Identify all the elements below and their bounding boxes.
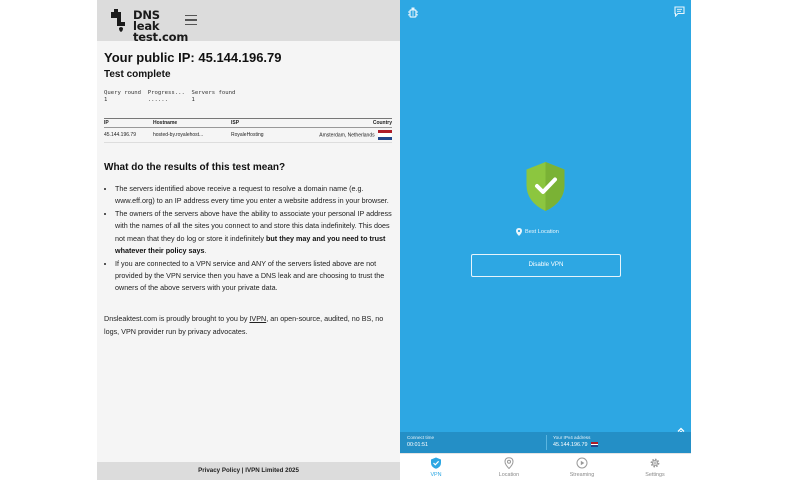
tab-location[interactable]: Location: [473, 454, 545, 480]
location-pin-icon: [516, 228, 522, 236]
gear-icon: [650, 458, 660, 468]
explanation-heading: What do the results of this test mean?: [104, 162, 286, 173]
screen: DNS leak test.com Your public IP: 45.144…: [0, 0, 800, 480]
netherlands-flag-icon: [591, 442, 599, 448]
progress-table: Query round Progress... Servers found 1 .…: [104, 90, 394, 104]
progress-header: Query round Progress... Servers found: [104, 90, 236, 96]
ipv4-label: Your IPv4 address: [553, 435, 591, 440]
list-item: The owners of the servers above have the…: [115, 208, 394, 257]
connect-time-value: 00:01:51: [407, 442, 428, 448]
tab-vpn[interactable]: VPN: [400, 454, 472, 480]
tab-settings[interactable]: Settings: [619, 454, 691, 480]
faucet-icon: [111, 9, 125, 32]
ipv4-value: 45.144.196.79: [553, 442, 588, 448]
connected-shield-icon: [526, 162, 565, 211]
connect-time-label: Connect time: [407, 435, 435, 440]
netherlands-flag-icon: [378, 130, 392, 140]
disable-vpn-button[interactable]: Disable VPN: [471, 254, 621, 277]
cell-ip: 45.144.196.79: [104, 127, 153, 143]
list-item: The servers identified above receive a r…: [115, 183, 394, 208]
explanation-list: The servers identified above receive a r…: [104, 183, 394, 295]
play-circle-icon: [576, 457, 588, 469]
tab-settings-label: Settings: [645, 472, 665, 478]
logo-line-1: DNS leak: [133, 8, 160, 33]
selected-location[interactable]: Best Location: [516, 228, 596, 238]
column-header-ip: IP: [104, 118, 153, 128]
logo-line-2: test.com: [133, 30, 189, 44]
chat-support-icon[interactable]: [674, 6, 685, 17]
site-footer[interactable]: Privacy Policy | IVPN Limited 2025: [97, 462, 400, 480]
ipv4-address: Your IPv4 address 45.144.196.79: [553, 435, 599, 449]
cell-country: Amsterdam, Netherlands: [306, 127, 392, 143]
bullet-1-text: The servers identified above receive a r…: [115, 184, 389, 206]
bullet-3-text: If you are connected to a VPN service an…: [115, 258, 385, 293]
public-ip-heading: Your public IP: 45.144.196.79: [104, 50, 282, 65]
credit-paragraph: Dnsleaktest.com is proudly brought to yo…: [104, 313, 394, 338]
tab-streaming-label: Streaming: [569, 472, 595, 478]
tab-streaming[interactable]: Streaming: [546, 454, 618, 480]
shield-check-icon: [431, 457, 441, 469]
ipv4-row: 45.144.196.79: [553, 441, 599, 449]
list-item: If you are connected to a VPN service an…: [115, 258, 394, 295]
test-status: Test complete: [104, 69, 171, 80]
table-header-row: IP Hostname ISP Country: [104, 118, 392, 128]
column-header-hostname: Hostname: [153, 118, 231, 128]
location-pin-icon: [504, 457, 514, 469]
menu-icon[interactable]: [185, 15, 197, 26]
bug-report-icon[interactable]: [407, 6, 419, 18]
dnsleaktest-page: DNS leak test.com Your public IP: 45.144…: [97, 0, 400, 480]
progress-row: 1 ...... 1: [104, 97, 195, 103]
cell-hostname: hosted-by.royalehost...: [153, 127, 231, 143]
vpn-app: Best Location Disable VPN Connect time 0…: [400, 0, 691, 480]
site-logo-text: DNS leak test.com: [133, 8, 189, 44]
ivpn-link[interactable]: IVPN: [249, 314, 266, 323]
tab-location-label: Location: [498, 472, 520, 478]
connect-time: Connect time 00:01:51: [407, 435, 434, 449]
bullet-2-end: .: [204, 245, 207, 255]
credit-text-start: Dnsleaktest.com is proudly brought to yo…: [104, 314, 250, 323]
connection-info-bar: Connect time 00:01:51 Your IPv4 address …: [400, 432, 691, 453]
site-logo[interactable]: DNS leak test.com: [109, 9, 189, 43]
bottom-tab-bar: VPN Location Streaming Settings: [400, 453, 691, 480]
dns-servers-table: IP Hostname ISP Country 45.144.196.79 ho…: [104, 118, 392, 143]
site-header: DNS leak test.com: [97, 0, 400, 43]
results-summary: Your public IP: 45.144.196.79 Test compl…: [104, 50, 394, 104]
location-label: Best Location: [525, 229, 559, 235]
cell-isp: RoyaleHosting: [231, 127, 306, 143]
tab-vpn-label: VPN: [430, 472, 442, 478]
column-header-isp: ISP: [231, 118, 306, 128]
column-header-country: Country: [306, 118, 392, 128]
table-row: 45.144.196.79 hosted-by.royalehost... Ro…: [104, 127, 392, 143]
country-name: Amsterdam, Netherlands: [319, 132, 375, 139]
info-divider: [546, 435, 547, 450]
